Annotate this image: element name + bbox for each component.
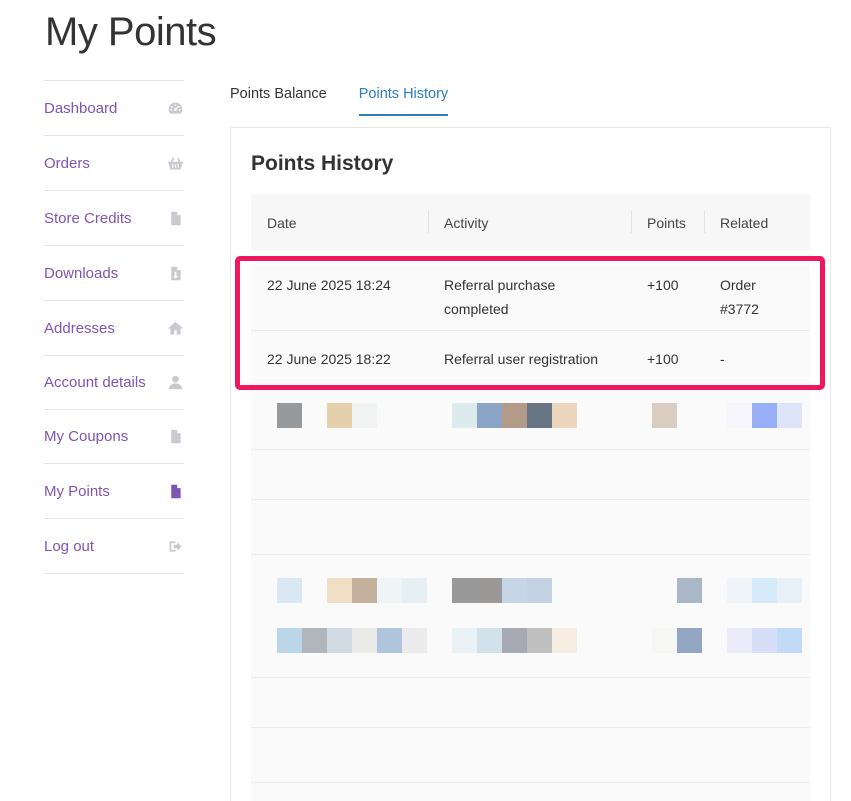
page-title: My Points	[45, 10, 217, 54]
tab-points-balance[interactable]: Points Balance	[230, 86, 327, 116]
row-related: Order #3772	[720, 277, 759, 317]
sidebar-item-label: Store Credits	[44, 209, 132, 227]
sidebar-item-orders[interactable]: Orders	[44, 136, 184, 191]
tab-points-history[interactable]: Points History	[358, 86, 449, 116]
sidebar-item-label: Dashboard	[44, 99, 118, 117]
points-tabs: Points Balance Points History	[230, 86, 449, 116]
account-navigation: Dashboard Orders Store Credits Downloads…	[44, 80, 184, 574]
document-icon	[166, 428, 184, 446]
column-header-related: Related	[720, 214, 769, 231]
sidebar-item-addresses[interactable]: Addresses	[44, 301, 184, 356]
obscured-row	[251, 450, 810, 500]
sidebar-item-dashboard[interactable]: Dashboard	[44, 81, 184, 136]
obscured-row	[251, 678, 810, 728]
home-icon	[166, 319, 184, 337]
column-header-points: Points	[647, 214, 686, 231]
row-activity: Referral user registration	[444, 351, 599, 367]
sidebar-item-downloads[interactable]: Downloads	[44, 246, 184, 301]
table-row: 22 June 2025 18:24 Referral purchase com…	[251, 265, 810, 331]
sidebar-item-store-credits[interactable]: Store Credits	[44, 191, 184, 246]
row-activity: Referral purchase completed	[444, 277, 556, 317]
sidebar-item-my-points[interactable]: My Points	[44, 464, 184, 519]
document-icon	[166, 209, 184, 227]
basket-icon	[166, 154, 184, 172]
points-history-panel: Points History Date Activity Points Rela…	[230, 127, 831, 801]
document-icon	[166, 482, 184, 500]
logout-icon	[166, 537, 184, 555]
user-icon	[166, 374, 184, 392]
column-header-date: Date	[267, 214, 297, 231]
row-points: +100	[647, 277, 679, 293]
sidebar-item-label: Downloads	[44, 264, 119, 282]
obscured-row	[251, 728, 810, 783]
sidebar-item-label: My Points	[44, 482, 110, 500]
dashboard-icon	[166, 99, 184, 117]
column-header-separator: Activity	[428, 194, 488, 251]
sidebar-item-my-coupons[interactable]: My Coupons	[44, 410, 184, 464]
column-header-activity: Activity	[444, 214, 489, 231]
column-header-separator: Related	[704, 194, 768, 251]
column-header-separator: Points	[631, 194, 686, 251]
sidebar-item-label: Log out	[44, 537, 95, 555]
table-row: 22 June 2025 18:22 Referral user registr…	[251, 331, 810, 387]
section-title: Points History	[251, 152, 394, 175]
sidebar-item-label: Account details	[44, 374, 146, 391]
obscured-row	[251, 555, 810, 678]
row-points: +100	[647, 351, 679, 367]
row-date: 22 June 2025 18:24	[267, 277, 391, 293]
points-history-table: Date Activity Points Related 22 June 202…	[251, 194, 810, 387]
sidebar-item-label: Addresses	[44, 319, 115, 337]
row-related: -	[720, 351, 725, 367]
sidebar-item-label: Orders	[44, 154, 90, 172]
obscured-row	[251, 783, 810, 801]
download-file-icon	[166, 264, 184, 282]
sidebar-item-account-details[interactable]: Account details	[44, 356, 184, 410]
row-date: 22 June 2025 18:22	[267, 351, 391, 367]
sidebar-item-label: My Coupons	[44, 428, 129, 445]
obscured-row	[251, 500, 810, 555]
sidebar-item-log-out[interactable]: Log out	[44, 519, 184, 574]
table-header: Date Activity Points Related	[251, 194, 810, 251]
